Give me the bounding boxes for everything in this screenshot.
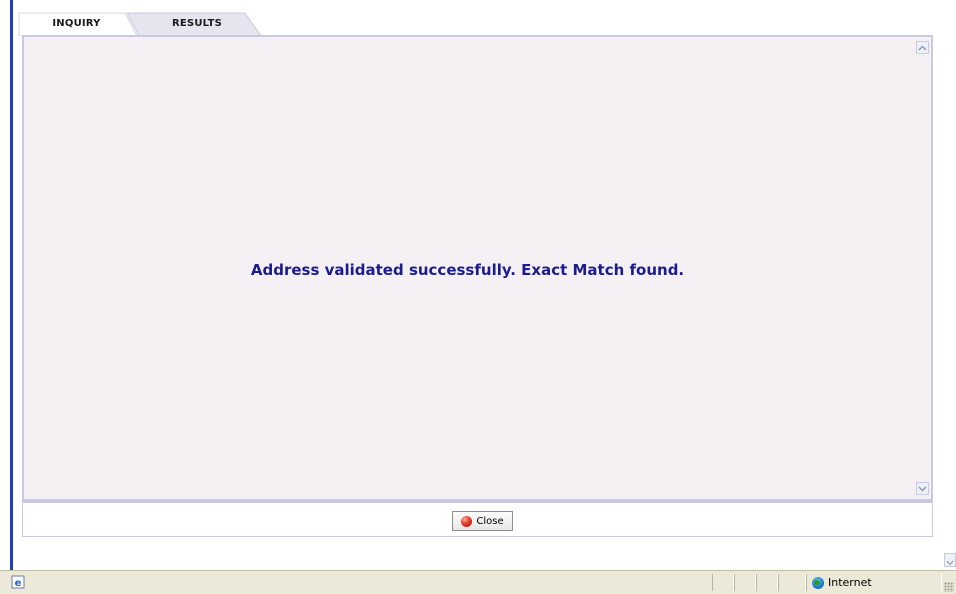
validation-message: Address validated successfully. Exact Ma… (250, 261, 685, 279)
tab-results[interactable]: RESULTS (128, 12, 266, 35)
zone-label: Internet (828, 576, 872, 589)
close-icon (461, 515, 473, 527)
status-cell (778, 574, 806, 591)
close-button-label: Close (476, 515, 504, 527)
ie-page-icon: e (11, 575, 25, 589)
scroll-down-icon[interactable] (916, 482, 929, 495)
security-zone: Internet (812, 574, 872, 591)
results-content-frame: Address validated successfully. Exact Ma… (22, 35, 933, 501)
scroll-up-icon[interactable] (916, 41, 929, 54)
tab-inquiry[interactable]: INQUIRY (19, 12, 134, 35)
globe-icon (812, 576, 824, 589)
status-bar: e Internet (0, 570, 956, 594)
window-scrollbar[interactable] (943, 0, 956, 570)
svg-text:e: e (15, 578, 22, 589)
window-scroll-down-icon[interactable] (944, 553, 956, 567)
close-button[interactable]: Close (452, 511, 513, 531)
resize-grip-icon[interactable] (944, 582, 954, 592)
button-bar: Close (22, 501, 933, 537)
status-cell (756, 574, 778, 591)
status-cell (712, 574, 734, 591)
status-cell (734, 574, 756, 591)
browser-window: INQUIRY RESULTS Address validated succes… (0, 0, 956, 594)
